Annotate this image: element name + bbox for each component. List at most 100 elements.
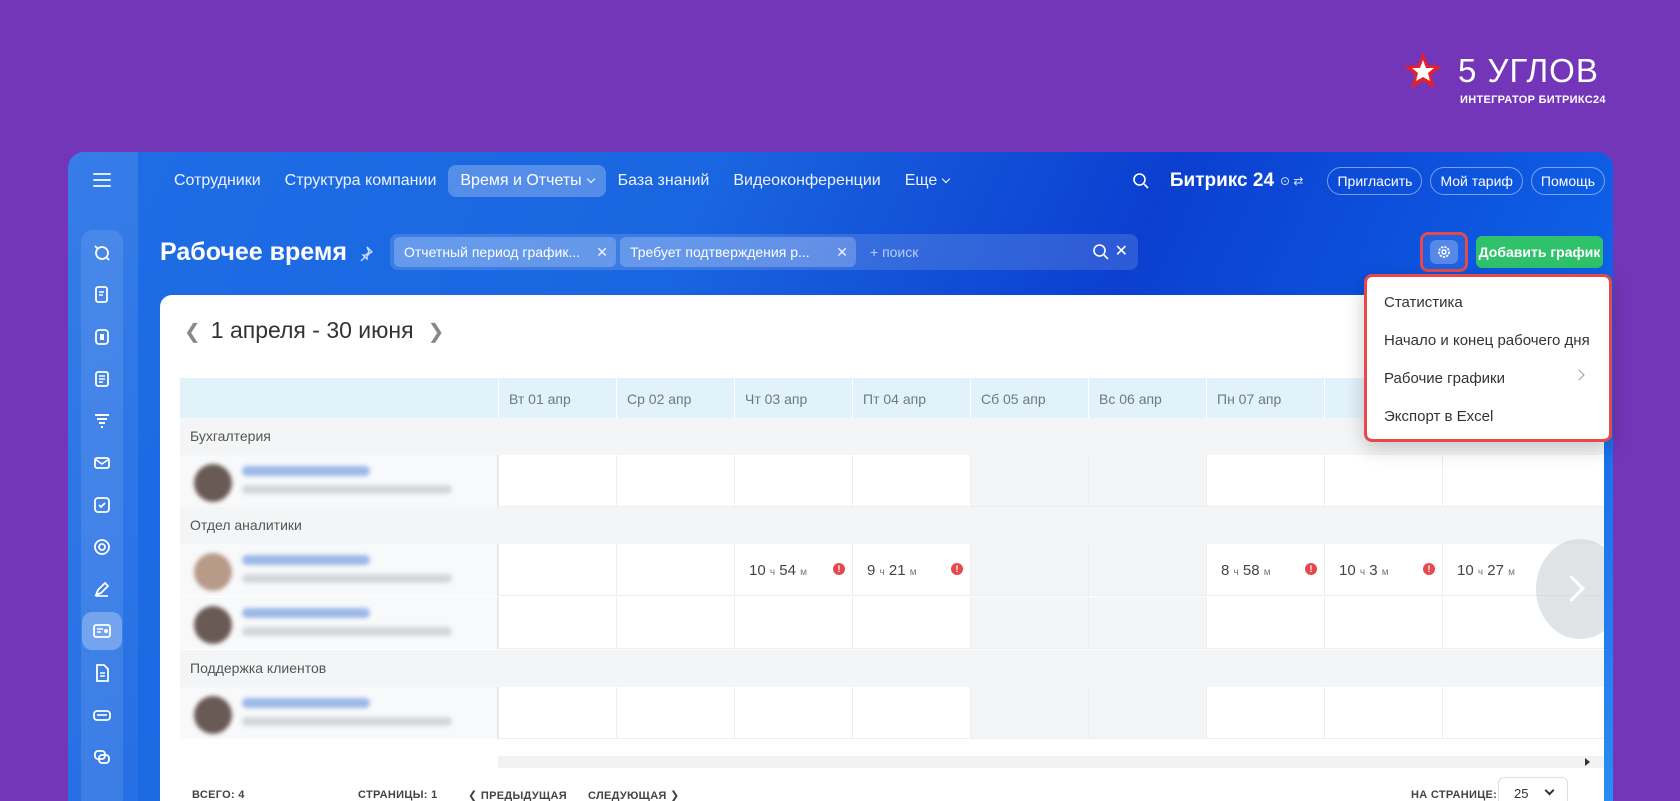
- day-cell[interactable]: [1442, 687, 1604, 738]
- table-row[interactable]: [180, 455, 1604, 507]
- sidebar-item-feed[interactable]: [82, 234, 122, 272]
- menu-item-work-schedules[interactable]: Рабочие графики: [1384, 370, 1505, 387]
- day-cell[interactable]: [616, 597, 734, 648]
- invite-button[interactable]: Пригласить: [1327, 167, 1423, 195]
- tab-employees[interactable]: Сотрудники: [162, 165, 273, 197]
- day-cell[interactable]: [852, 455, 970, 506]
- day-cell[interactable]: [498, 455, 616, 506]
- menu-item-workday-start-end[interactable]: Начало и конец рабочего дня: [1384, 332, 1590, 349]
- search-icon[interactable]: [1092, 243, 1110, 261]
- worktime-value: 10 ч 27 м: [1457, 562, 1515, 579]
- day-cell[interactable]: [498, 597, 616, 648]
- day-cell[interactable]: [734, 597, 852, 648]
- close-icon[interactable]: ✕: [836, 244, 848, 261]
- warning-icon[interactable]: !: [1423, 563, 1435, 575]
- file-icon: [96, 664, 109, 682]
- group-label: Отдел аналитики: [190, 517, 302, 533]
- day-cell[interactable]: [970, 455, 1088, 506]
- warning-icon[interactable]: !: [1305, 563, 1317, 575]
- day-header: Вс 06 апр: [1088, 378, 1206, 418]
- tab-video[interactable]: Видеоконференции: [721, 165, 892, 197]
- warning-icon[interactable]: !: [833, 563, 845, 575]
- table-row[interactable]: [180, 597, 1604, 649]
- tab-structure[interactable]: Структура компании: [273, 165, 449, 197]
- day-cell[interactable]: 8 ч 58 м !: [1206, 544, 1324, 595]
- sidebar-item-files[interactable]: [82, 654, 122, 692]
- day-cell[interactable]: [1206, 455, 1324, 506]
- day-cell[interactable]: [1324, 687, 1442, 738]
- day-cell[interactable]: [1206, 597, 1324, 648]
- day-cell[interactable]: [1324, 597, 1442, 648]
- day-cell[interactable]: [1088, 687, 1206, 738]
- search-input[interactable]: + поиск: [870, 244, 918, 260]
- menu-item-export-excel[interactable]: Экспорт в Excel: [1384, 408, 1493, 425]
- hamburger-menu-icon[interactable]: [93, 173, 111, 187]
- tariff-button[interactable]: Мой тариф: [1430, 167, 1523, 195]
- sidebar-item-news[interactable]: [82, 360, 122, 398]
- day-cell[interactable]: [1088, 597, 1206, 648]
- menu-item-statistics[interactable]: Статистика: [1384, 294, 1463, 311]
- horizontal-scrollbar[interactable]: [498, 756, 1604, 768]
- sidebar-item-disk[interactable]: [82, 318, 122, 356]
- day-cell[interactable]: [1088, 455, 1206, 506]
- add-schedule-button[interactable]: Добавить график: [1476, 236, 1603, 268]
- day-cell[interactable]: 10 ч 3 м !: [1324, 544, 1442, 595]
- sidebar-item-chat[interactable]: [82, 738, 122, 776]
- tab-knowledge[interactable]: База знаний: [606, 165, 722, 197]
- day-cell[interactable]: 10 ч 54 м !: [734, 544, 852, 595]
- day-cell[interactable]: [1088, 544, 1206, 595]
- hours-unit: ч: [1359, 567, 1366, 578]
- prev-period-icon[interactable]: ❮: [184, 321, 201, 343]
- day-cell[interactable]: [616, 687, 734, 738]
- sidebar-item-docs[interactable]: [82, 276, 122, 314]
- clock-settings-icon[interactable]: ⊙ ⇄: [1280, 174, 1303, 188]
- day-cell[interactable]: [1206, 687, 1324, 738]
- search-icon[interactable]: [1132, 172, 1150, 190]
- close-icon[interactable]: ✕: [596, 244, 608, 261]
- day-cell[interactable]: [970, 544, 1088, 595]
- day-cell[interactable]: [970, 687, 1088, 738]
- sidebar-item-tasks[interactable]: [82, 486, 122, 524]
- next-page-link[interactable]: СЛЕДУЮЩАЯ ❯: [588, 789, 680, 801]
- sidebar-item-store[interactable]: [82, 696, 122, 734]
- sidebar-item-timeman[interactable]: [82, 612, 122, 650]
- sidebar-item-goals[interactable]: [82, 528, 122, 566]
- day-cell[interactable]: [616, 544, 734, 595]
- total-count: ВСЕГО: 4: [192, 789, 245, 801]
- table-row[interactable]: 10 ч 54 м ! 9 ч 21 м ! 8 ч 58 м ! 10 ч 3…: [180, 544, 1604, 596]
- day-cell[interactable]: [852, 597, 970, 648]
- warning-icon[interactable]: !: [951, 563, 963, 575]
- help-button[interactable]: Помощь: [1530, 167, 1605, 195]
- day-cell[interactable]: [852, 687, 970, 738]
- tab-time-reports[interactable]: Время и Отчеты: [448, 165, 606, 197]
- settings-button[interactable]: [1430, 240, 1458, 264]
- day-cell[interactable]: [970, 597, 1088, 648]
- worktime-value: 10 ч 54 м: [749, 562, 807, 579]
- day-cell[interactable]: [498, 544, 616, 595]
- day-cell[interactable]: [1324, 455, 1442, 506]
- sidebar-item-mail[interactable]: [82, 444, 122, 482]
- filter-chip-confirm[interactable]: Требует подтверждения р... ✕: [620, 237, 856, 267]
- next-period-icon[interactable]: ❯: [428, 321, 445, 343]
- day-cell[interactable]: [498, 687, 616, 738]
- clear-icon[interactable]: ✕: [1115, 241, 1128, 261]
- filter-bar[interactable]: Отчетный период график... ✕ Требует подт…: [390, 234, 1138, 270]
- day-cell[interactable]: [616, 455, 734, 506]
- day-cell[interactable]: [1442, 455, 1604, 506]
- day-cell[interactable]: [734, 455, 852, 506]
- minutes-unit: м: [1508, 567, 1515, 578]
- scroll-right-arrow-icon[interactable]: [1585, 758, 1590, 766]
- prev-page-link[interactable]: ❮ ПРЕДЫДУЩАЯ: [468, 789, 567, 801]
- tab-more[interactable]: Еще: [893, 165, 962, 197]
- filter-chip-period[interactable]: Отчетный период график... ✕: [394, 237, 616, 267]
- left-sidebar: [68, 152, 138, 801]
- sidebar-item-crm[interactable]: [82, 402, 122, 440]
- minutes: 3: [1369, 562, 1378, 579]
- pin-icon[interactable]: [358, 245, 374, 261]
- per-page-select[interactable]: 25: [1498, 777, 1568, 801]
- sidebar-item-sign[interactable]: [82, 570, 122, 608]
- table-row[interactable]: [180, 687, 1604, 739]
- day-cell[interactable]: 9 ч 21 м !: [852, 544, 970, 595]
- chevron-down-icon: [586, 174, 595, 184]
- day-cell[interactable]: [734, 687, 852, 738]
